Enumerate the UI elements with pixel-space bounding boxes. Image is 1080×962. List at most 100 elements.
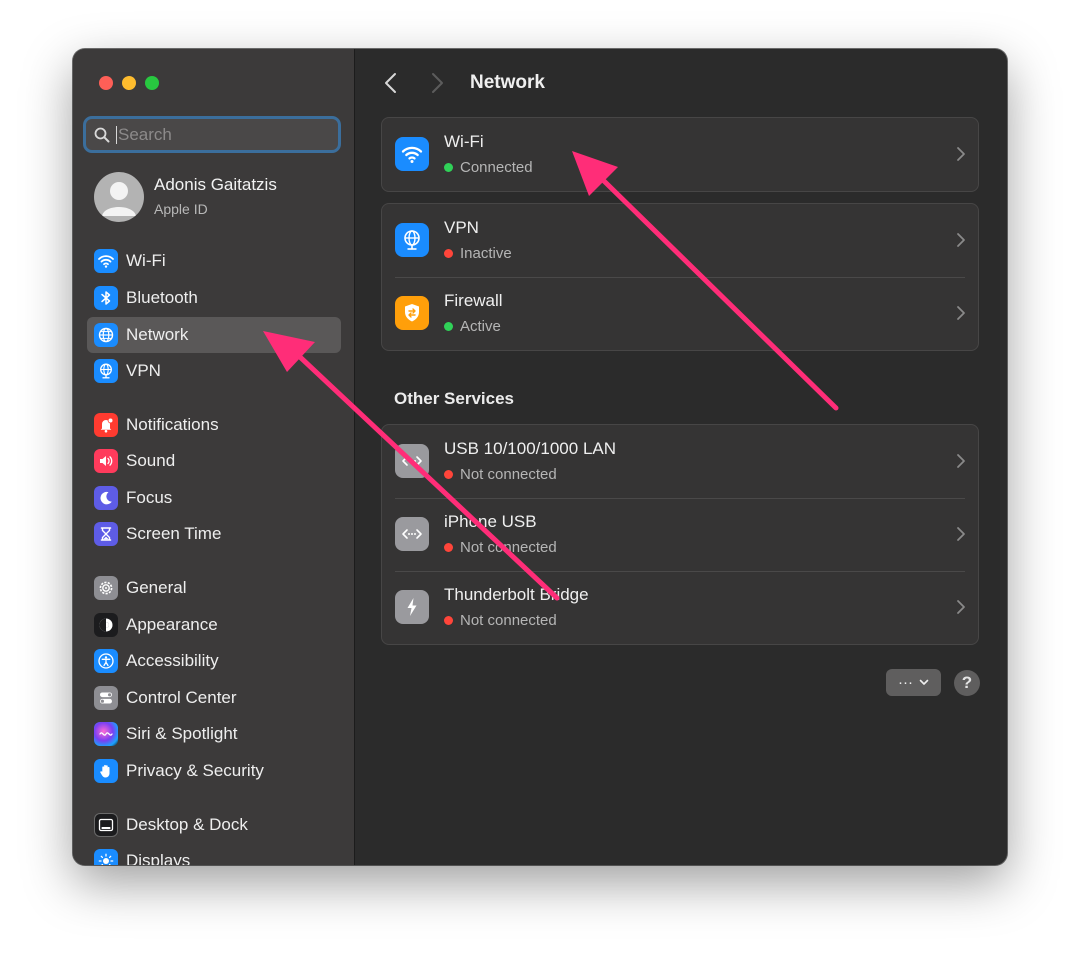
- sidebar-item-screen-time[interactable]: Screen Time: [87, 516, 341, 552]
- service-row-usb-lan[interactable]: USB 10/100/1000 LAN Not connected: [382, 425, 978, 498]
- status-text: Inactive: [460, 245, 512, 262]
- service-status: Connected: [444, 159, 533, 176]
- sidebar-item-focus[interactable]: Focus: [87, 480, 341, 516]
- chevron-right-icon: [432, 73, 443, 93]
- chevron-right-icon: [956, 526, 966, 542]
- ethernet-icon: [395, 444, 429, 478]
- status-text: Not connected: [460, 466, 557, 483]
- sidebar-item-label: Sound: [126, 451, 176, 470]
- other-services-heading: Other Services: [394, 389, 515, 408]
- service-status: Not connected: [444, 539, 557, 556]
- sidebar-item-network[interactable]: Network: [87, 317, 341, 353]
- window-controls: [99, 76, 159, 90]
- sidebar-item-label: Focus: [126, 488, 173, 507]
- sidebar-item-appearance[interactable]: Appearance: [87, 607, 341, 643]
- service-name: iPhone USB: [444, 512, 537, 531]
- sidebar-item-label: Accessibility: [126, 651, 219, 670]
- sidebar-item-bluetooth[interactable]: Bluetooth: [87, 280, 341, 316]
- speaker-icon: [94, 449, 118, 473]
- ethernet-icon: [395, 517, 429, 551]
- hourglass-icon: [94, 522, 118, 546]
- moon-icon: [94, 486, 118, 510]
- chevron-right-icon: [956, 453, 966, 469]
- service-row-thunderbolt-bridge[interactable]: Thunderbolt Bridge Not connected: [382, 571, 978, 644]
- chevron-right-icon: [956, 146, 966, 162]
- settings-window: Adonis Gaitatzis Apple ID Wi-Fi Bluetoot…: [73, 49, 1007, 865]
- back-button[interactable]: [381, 71, 401, 95]
- service-row-vpn[interactable]: VPN Inactive: [382, 204, 978, 277]
- search-input[interactable]: [118, 124, 318, 145]
- minimize-button[interactable]: [122, 76, 136, 90]
- profile-subtitle: Apple ID: [154, 201, 208, 217]
- chevron-right-icon: [956, 305, 966, 321]
- sidebar-item-control-center[interactable]: Control Center: [87, 680, 341, 716]
- wifi-icon: [395, 137, 429, 171]
- globe-icon: [94, 323, 118, 347]
- sidebar-item-label: Displays: [126, 851, 191, 865]
- sidebar-item-accessibility[interactable]: Accessibility: [87, 643, 341, 679]
- sidebar-item-label: Bluetooth: [126, 288, 198, 307]
- service-row-firewall[interactable]: Firewall Active: [382, 277, 978, 350]
- status-dot-red: [444, 616, 453, 625]
- search-field[interactable]: [83, 116, 341, 153]
- status-text: Active: [460, 318, 501, 335]
- help-button[interactable]: ?: [954, 670, 980, 696]
- status-dot-green: [444, 163, 453, 172]
- service-name: VPN: [444, 218, 479, 237]
- service-name: Thunderbolt Bridge: [444, 585, 589, 604]
- sidebar: Adonis Gaitatzis Apple ID Wi-Fi Bluetoot…: [73, 49, 355, 865]
- zoom-button[interactable]: [145, 76, 159, 90]
- sidebar-item-privacy-security[interactable]: Privacy & Security: [87, 753, 341, 789]
- status-text: Not connected: [460, 539, 557, 556]
- service-name: Wi-Fi: [444, 132, 484, 151]
- service-name: USB 10/100/1000 LAN: [444, 439, 617, 458]
- sidebar-item-vpn[interactable]: VPN: [87, 353, 341, 389]
- status-dot-red: [444, 543, 453, 552]
- hand-icon: [94, 759, 118, 783]
- siri-icon: [94, 722, 118, 746]
- sidebar-item-label: Notifications: [126, 415, 219, 434]
- status-dot-red: [444, 470, 453, 479]
- wifi-icon: [94, 249, 118, 273]
- sidebar-item-label: Wi-Fi: [126, 251, 166, 270]
- sidebar-item-desktop-dock[interactable]: Desktop & Dock: [87, 807, 341, 843]
- close-button[interactable]: [99, 76, 113, 90]
- forward-button[interactable]: [427, 71, 447, 95]
- apple-id-profile[interactable]: Adonis Gaitatzis Apple ID: [94, 172, 277, 222]
- sidebar-item-label: General: [126, 578, 187, 597]
- vpn-globe-icon: [94, 359, 118, 383]
- status-dot-red: [444, 249, 453, 258]
- search-icon: [94, 127, 110, 142]
- services-card: Wi-Fi Connected: [381, 117, 979, 192]
- security-card: VPN Inactive Firewall Active: [381, 203, 979, 351]
- sidebar-item-label: VPN: [126, 361, 161, 380]
- more-actions-button[interactable]: ···: [886, 669, 941, 696]
- person-icon: [102, 182, 136, 216]
- sidebar-item-label: Screen Time: [126, 524, 222, 543]
- sidebar-item-general[interactable]: General: [87, 570, 341, 606]
- appearance-icon: [94, 613, 118, 637]
- bluetooth-icon: [94, 286, 118, 310]
- other-services-card: USB 10/100/1000 LAN Not connected iPhone…: [381, 424, 979, 645]
- chevron-down-icon: [919, 679, 929, 685]
- sidebar-item-label: Appearance: [126, 615, 218, 634]
- status-text: Connected: [460, 159, 533, 176]
- text-cursor: [116, 125, 117, 144]
- accessibility-icon: [94, 649, 118, 673]
- thunderbolt-icon: [395, 590, 429, 624]
- dock-icon: [94, 813, 118, 837]
- service-row-iphone-usb[interactable]: iPhone USB Not connected: [382, 498, 978, 571]
- sidebar-item-sound[interactable]: Sound: [87, 443, 341, 479]
- gear-icon: [94, 576, 118, 600]
- toggles-icon: [94, 686, 118, 710]
- bell-icon: [94, 413, 118, 437]
- service-row-wifi[interactable]: Wi-Fi Connected: [382, 118, 978, 191]
- status-dot-green: [444, 322, 453, 331]
- sidebar-item-label: Network: [126, 325, 189, 344]
- sidebar-item-notifications[interactable]: Notifications: [87, 407, 341, 443]
- chevron-left-icon: [385, 73, 396, 93]
- sidebar-item-siri-spotlight[interactable]: Siri & Spotlight: [87, 716, 341, 752]
- service-status: Not connected: [444, 466, 557, 483]
- sidebar-item-wifi[interactable]: Wi-Fi: [87, 243, 341, 279]
- sidebar-item-displays[interactable]: Displays: [87, 843, 341, 865]
